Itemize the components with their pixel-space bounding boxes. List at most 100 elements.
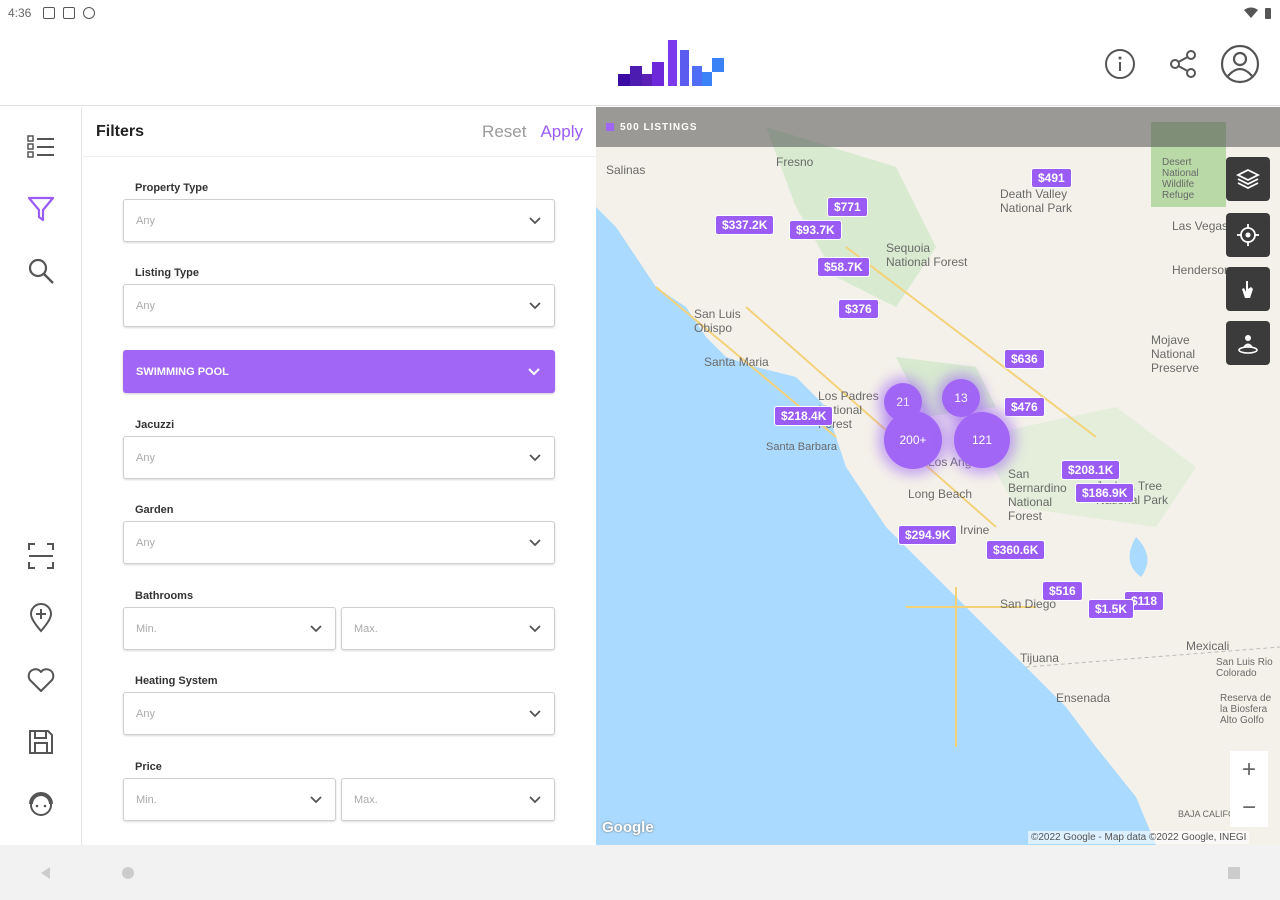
price-pin[interactable]: $771 (827, 197, 868, 217)
nav-add-location[interactable] (21, 598, 61, 638)
listing-type-value: Any (136, 299, 155, 312)
listing-type-select[interactable]: Any (123, 284, 555, 327)
price-pin[interactable]: $337.2K (715, 215, 775, 235)
price-pin[interactable]: $93.7K (789, 220, 842, 240)
google-logo: Google (602, 819, 654, 836)
bathrooms-label: Bathrooms (135, 590, 194, 602)
price-pin[interactable]: $636 (1004, 349, 1045, 369)
garden-label: Garden (135, 504, 174, 516)
map-cluster[interactable]: 121 (954, 412, 1010, 468)
nav-support[interactable] (21, 784, 61, 824)
price-label: Price (135, 761, 162, 773)
bathrooms-max-select[interactable]: Max. (341, 607, 555, 650)
recents-icon[interactable] (1226, 865, 1242, 881)
price-pin[interactable]: $476 (1004, 397, 1045, 417)
map-cluster[interactable]: 200+ (884, 411, 942, 469)
map-place-label: Santa Maria (704, 355, 769, 369)
price-pin[interactable]: $218.4K (774, 406, 834, 426)
side-navigation (0, 107, 82, 845)
swimming-pool-label: SWIMMING POOL (136, 365, 229, 378)
apply-button[interactable]: Apply (540, 122, 583, 142)
nav-filters[interactable] (21, 189, 61, 229)
chevron-down-icon (529, 216, 541, 224)
map-place-label: Death Valley National Park (1000, 187, 1073, 215)
zoom-out-button[interactable]: − (1230, 789, 1268, 827)
price-max-value: Max. (354, 793, 378, 806)
zoom-in-button[interactable]: + (1230, 751, 1268, 789)
chevron-down-icon (529, 795, 541, 803)
map-attribution: ©2022 Google - Map data ©2022 Google, IN… (1028, 831, 1250, 844)
home-icon[interactable] (120, 865, 136, 881)
price-pin[interactable]: $376 (838, 299, 879, 319)
price-pin[interactable]: $1.5K (1088, 599, 1135, 619)
my-location-button[interactable] (1226, 213, 1270, 257)
share-icon (1170, 50, 1196, 78)
battery-icon (1265, 7, 1271, 19)
chevron-down-icon (529, 538, 541, 546)
nav-saved[interactable] (21, 722, 61, 762)
price-min-select[interactable]: Min. (123, 778, 336, 821)
map-place-label: Ensenada (1056, 691, 1111, 705)
nav-search[interactable] (21, 251, 61, 291)
map-place-label: Santa Barbara (766, 441, 837, 453)
price-pin[interactable]: $186.9K (1075, 483, 1135, 503)
price-pin[interactable]: $516 (1042, 581, 1083, 601)
price-min-value: Min. (136, 793, 157, 806)
map-place-label: Mexicali (1186, 639, 1230, 653)
chevron-down-icon (529, 453, 541, 461)
property-type-select[interactable]: Any (123, 199, 555, 242)
map-place-label: San Luis Obispo (694, 307, 741, 335)
map-place-label: Salinas (606, 163, 646, 177)
account-button[interactable] (1220, 44, 1260, 84)
back-icon[interactable] (38, 865, 54, 881)
street-view-button[interactable] (1226, 321, 1270, 365)
listing-count: 500 (620, 121, 640, 133)
price-pin[interactable]: $294.9K (898, 525, 958, 545)
support-agent-icon (29, 792, 53, 816)
info-icon (1105, 49, 1135, 79)
jacuzzi-select[interactable]: Any (123, 436, 555, 479)
heating-system-label: Heating System (135, 675, 218, 687)
price-pin[interactable]: $58.7K (817, 257, 870, 277)
price-pin[interactable]: $491 (1031, 168, 1072, 188)
property-type-label: Property Type (135, 182, 209, 194)
heating-system-value: Any (136, 707, 155, 720)
price-max-select[interactable]: Max. (341, 778, 555, 821)
garden-select[interactable]: Any (123, 521, 555, 564)
map-view[interactable]: 500 LISTINGS Fresno Salinas Sequoia Nati… (596, 107, 1280, 845)
listing-count-suffix: LISTINGS (643, 121, 698, 133)
bathrooms-min-select[interactable]: Min. (123, 607, 336, 650)
map-place-label: Las Vegas (1172, 219, 1229, 233)
reset-button[interactable]: Reset (482, 122, 526, 142)
map-cluster[interactable]: 13 (942, 379, 980, 417)
jacuzzi-value: Any (136, 451, 155, 464)
heating-system-select[interactable]: Any (123, 692, 555, 735)
info-button[interactable] (1100, 44, 1140, 84)
status-bar: 4:36 (0, 0, 1280, 26)
chevron-down-icon (528, 367, 540, 375)
swimming-pool-toggle[interactable]: SWIMMING POOL (123, 350, 555, 393)
map-land (596, 107, 1280, 845)
map-place-label: Fresno (776, 155, 814, 169)
chevron-down-icon (529, 709, 541, 717)
bathrooms-max-value: Max. (354, 622, 378, 635)
save-icon (29, 730, 53, 754)
map-layers-button[interactable] (1226, 157, 1270, 201)
person-pin-icon (1238, 335, 1258, 354)
share-button[interactable] (1163, 44, 1203, 84)
account-icon (1220, 44, 1260, 84)
system-navigation-bar (0, 845, 1280, 900)
nav-list-view[interactable] (21, 127, 61, 167)
map-place-label: Desert National Wildlife Refuge (1162, 157, 1199, 201)
listing-marker-swatch (606, 123, 614, 131)
map-place-label: Long Beach (908, 487, 973, 501)
price-pin[interactable]: $208.1K (1061, 460, 1121, 480)
draw-area-button[interactable] (1226, 267, 1270, 311)
map-place-label: Sequoia National Forest (886, 241, 968, 269)
chevron-down-icon (310, 795, 322, 803)
hand-pointer-icon (1242, 281, 1253, 298)
nav-scan[interactable] (21, 536, 61, 576)
price-pin[interactable]: $360.6K (986, 540, 1046, 560)
nav-favorites[interactable] (21, 660, 61, 700)
chevron-down-icon (529, 624, 541, 632)
